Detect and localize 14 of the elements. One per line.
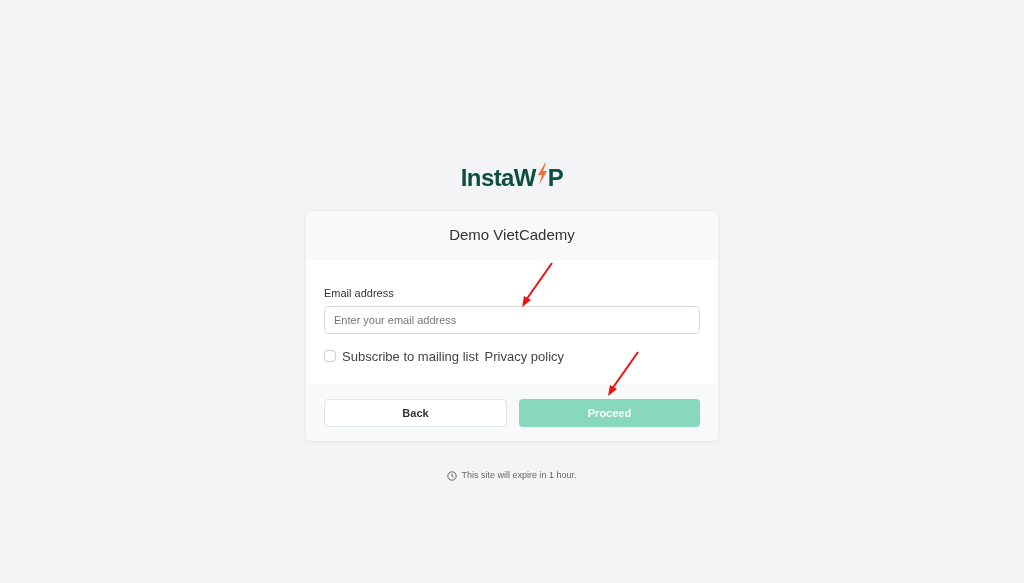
back-button[interactable]: Back <box>324 399 507 427</box>
privacy-link[interactable]: Privacy policy <box>484 346 565 366</box>
arrow-drawing <box>522 262 553 307</box>
expiry-note: This site will expire in 1 hour. <box>461 469 577 482</box>
email-field[interactable]: Enter your email address <box>324 305 700 334</box>
bolt-icon <box>535 163 548 185</box>
card-title: Demo VietCademy <box>449 225 575 246</box>
logo-text: InstaW <box>460 163 536 193</box>
field-label: Email address <box>324 286 395 301</box>
arrow-drawing <box>608 351 639 396</box>
subscribe-checkbox[interactable] <box>324 350 336 363</box>
subscribe-label: Subscribe to mailing list <box>342 347 479 366</box>
clock-icon <box>447 470 458 481</box>
logo-text: P <box>547 163 564 193</box>
